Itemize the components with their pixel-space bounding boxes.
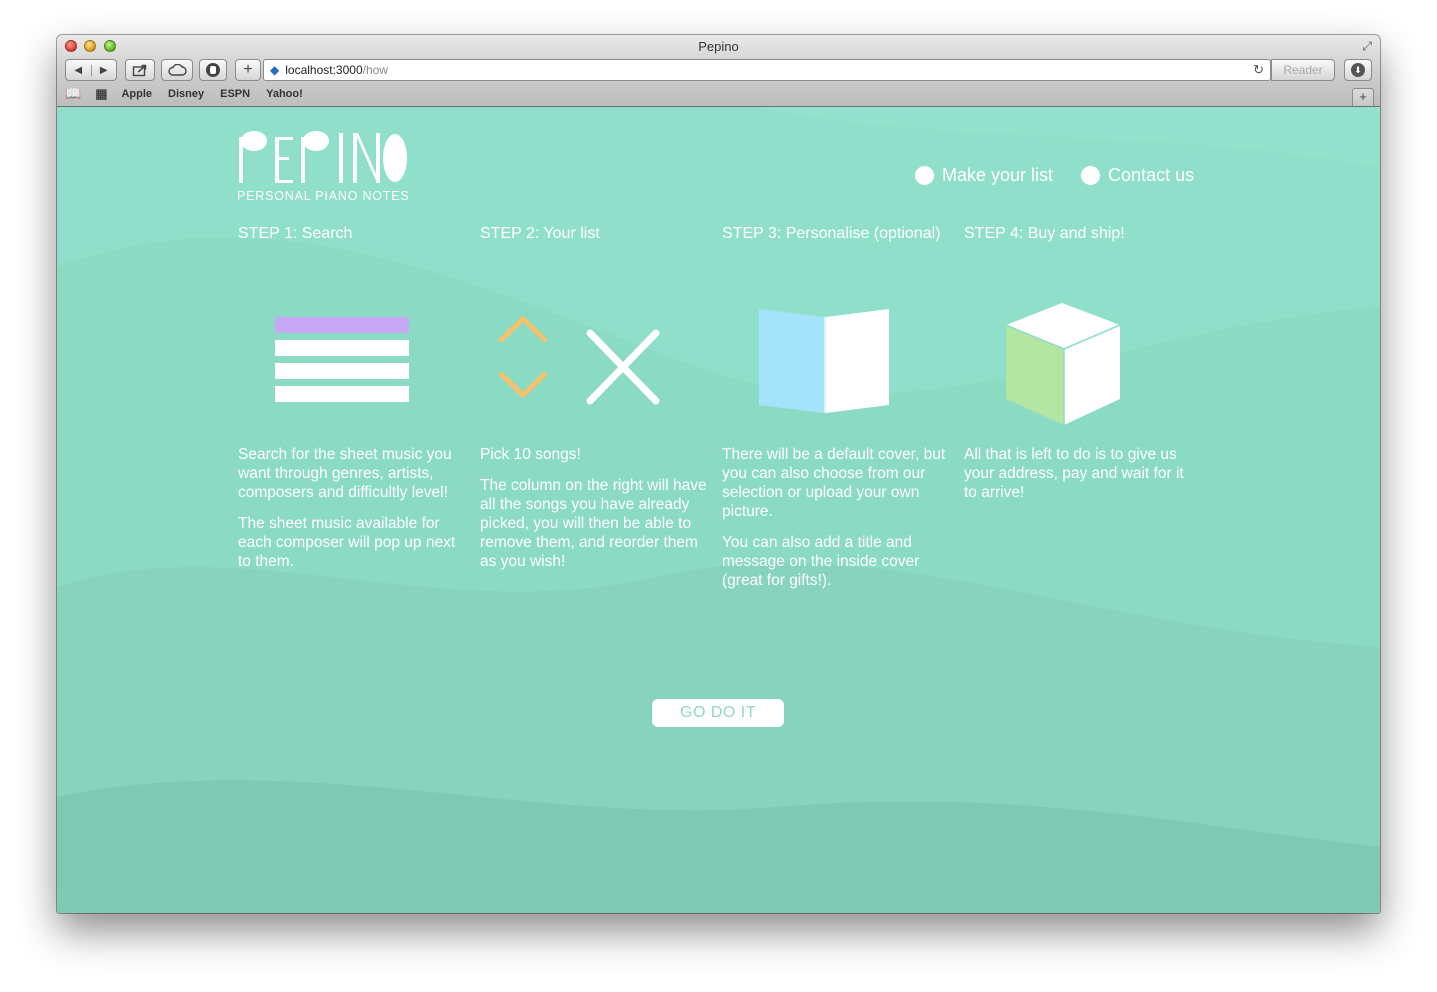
step-paragraph: All that is left to do is to give us you… bbox=[964, 446, 1184, 501]
back-forward-group: ◀ ▶ bbox=[65, 59, 117, 81]
list-icon bbox=[275, 317, 409, 402]
icloud-tabs-button[interactable] bbox=[161, 59, 193, 81]
fullscreen-icon[interactable]: ⤢ bbox=[1362, 39, 1372, 54]
url-host: localhost:3000 bbox=[285, 63, 363, 77]
step-4-text: All that is left to do is to give us you… bbox=[964, 445, 1196, 514]
step-3-text: There will be a default cover, but you c… bbox=[722, 445, 954, 602]
step-paragraph: Search for the sheet music you want thro… bbox=[238, 446, 452, 501]
cloud-icon bbox=[168, 64, 187, 76]
step-1-title: STEP 1: Search bbox=[238, 225, 353, 242]
step-3: STEP 3: Personalise (optional) There wil… bbox=[722, 225, 954, 589]
reader-button[interactable]: Reader bbox=[1271, 59, 1335, 81]
share-icon bbox=[132, 64, 147, 77]
reload-icon[interactable]: ↻ bbox=[1253, 62, 1264, 78]
download-icon: ⬇ bbox=[1351, 63, 1365, 77]
step-4-title: STEP 4: Buy and ship! bbox=[964, 225, 1125, 242]
hand-icon bbox=[206, 63, 220, 77]
bookmark-apple[interactable]: Apple bbox=[121, 88, 152, 100]
step-2-title: STEP 2: Your list bbox=[480, 225, 600, 242]
page-content: PERSONAL PIANO NOTES Make your list Cont… bbox=[57, 107, 1380, 913]
pepino-logo[interactable] bbox=[237, 127, 409, 185]
back-icon[interactable]: ◀ bbox=[66, 64, 92, 76]
address-bar[interactable]: ◆ localhost:3000 /how ↻ bbox=[263, 59, 1271, 81]
step-paragraph: The sheet music available for each compo… bbox=[238, 515, 456, 570]
reading-list-icon[interactable]: 📖 bbox=[65, 86, 81, 102]
bookmark-espn[interactable]: ESPN bbox=[220, 88, 250, 100]
step-paragraph: The column on the right will have all th… bbox=[480, 477, 707, 570]
site-favicon-icon: ◆ bbox=[270, 63, 280, 77]
step-paragraph: You can also add a title and message on … bbox=[722, 534, 920, 589]
add-bookmark-button[interactable]: + bbox=[235, 59, 261, 81]
step-1: STEP 1: Search Search for the sheet musi… bbox=[238, 225, 470, 570]
step-3-title: STEP 3: Personalise (optional) bbox=[722, 225, 941, 242]
step-2-text: Pick 10 songs! The column on the right w… bbox=[480, 445, 712, 583]
browser-chrome: Pepino ⤢ ◀ ▶ + ◆ localhost:3000 /how ↻ R… bbox=[57, 35, 1380, 107]
top-sites-icon[interactable]: ▦ bbox=[95, 86, 107, 102]
privacy-button[interactable] bbox=[199, 59, 227, 81]
dot-icon bbox=[1081, 166, 1101, 185]
window-title: Pepino bbox=[698, 39, 739, 54]
nav-make-your-list[interactable]: Make your list bbox=[915, 165, 1053, 186]
url-path: /how bbox=[362, 63, 388, 77]
step-paragraph: There will be a default cover, but you c… bbox=[722, 446, 946, 520]
step-1-text: Search for the sheet music you want thro… bbox=[238, 445, 470, 583]
nav-contact-us[interactable]: Contact us bbox=[1081, 165, 1194, 186]
nav-label: Make your list bbox=[942, 165, 1054, 185]
downloads-button[interactable]: ⬇ bbox=[1344, 59, 1372, 81]
main-nav: Make your list Contact us bbox=[915, 165, 1194, 186]
step-paragraph: Pick 10 songs! bbox=[480, 446, 581, 463]
forward-icon[interactable]: ▶ bbox=[92, 65, 117, 76]
nav-label: Contact us bbox=[1108, 165, 1195, 185]
step-4: STEP 4: Buy and ship! All that is left t… bbox=[964, 225, 1196, 501]
dot-icon bbox=[915, 166, 934, 185]
bookmark-yahoo[interactable]: Yahoo! bbox=[266, 88, 303, 100]
new-tab-button[interactable]: + bbox=[1352, 88, 1374, 106]
box-icon bbox=[1005, 303, 1121, 425]
go-do-it-button[interactable]: GO DO IT bbox=[652, 699, 784, 727]
share-button[interactable] bbox=[125, 59, 155, 81]
bookmark-disney[interactable]: Disney bbox=[168, 88, 204, 100]
logo-subtitle: PERSONAL PIANO NOTES bbox=[237, 189, 410, 203]
browser-window: Pepino ⤢ ◀ ▶ + ◆ localhost:3000 /how ↻ R… bbox=[57, 35, 1380, 913]
book-cover-icon bbox=[759, 309, 889, 413]
step-2: STEP 2: Your list Pick 10 songs! The col… bbox=[480, 225, 712, 570]
reorder-remove-icon bbox=[498, 315, 660, 405]
bookmarks-bar: 📖 ▦ Apple Disney ESPN Yahoo! bbox=[65, 85, 319, 103]
